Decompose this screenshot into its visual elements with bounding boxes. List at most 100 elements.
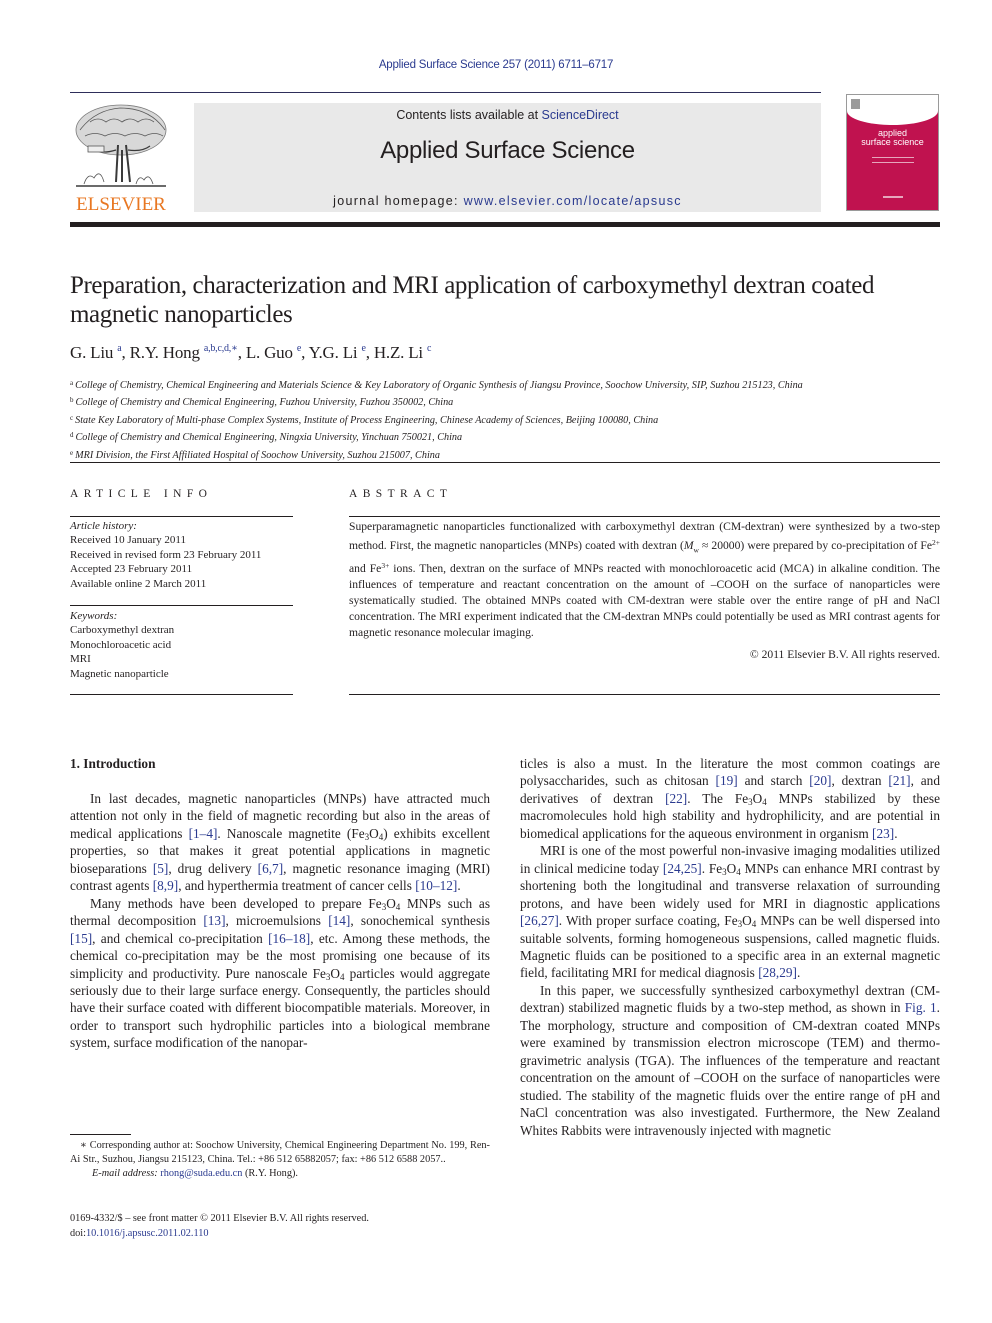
affiliations-divider (70, 462, 940, 463)
citation-link[interactable]: [21] (888, 773, 910, 788)
citation-link[interactable]: [13] (203, 913, 225, 928)
divider (349, 694, 940, 695)
contents-availability: Contents lists available at ScienceDirec… (194, 108, 821, 122)
paragraph: MRI is one of the most powerful non-inva… (520, 842, 940, 982)
affiliation: b College of Chemistry and Chemical Engin… (70, 393, 940, 410)
abstract-text: and Fe (349, 562, 382, 576)
affiliation-text: College of Chemistry and Chemical Engine… (75, 397, 454, 409)
history-item: Available online 2 March 2011 (70, 577, 207, 590)
article-history: Article history: Received 10 January 201… (70, 519, 293, 591)
figure-link[interactable]: Fig. 1 (905, 1000, 937, 1015)
email-link[interactable]: rhong@suda.edu.cn (160, 1168, 242, 1179)
email-note: E-mail address: rhong@suda.edu.cn (R.Y. … (70, 1167, 490, 1181)
keywords: Keywords: Carboxymethyl dextran Monochlo… (70, 609, 293, 681)
citation-link[interactable]: [8,9] (153, 878, 178, 893)
author-affiliation-sup[interactable]: c (427, 343, 431, 354)
text: In this paper, we successfully synthesiz… (520, 982, 940, 1016)
contents-prefix: Contents lists available at (396, 108, 542, 122)
doi-link[interactable]: 10.1016/j.apsusc.2011.02.110 (86, 1228, 209, 1239)
citation-link[interactable]: [6,7] (258, 861, 283, 876)
keywords-label: Keywords: (70, 610, 118, 622)
text: . The Fe (687, 790, 749, 806)
sciencedirect-link[interactable]: ScienceDirect (542, 108, 619, 122)
abstract-copyright: © 2011 Elsevier B.V. All rights reserved… (749, 648, 940, 661)
author-affiliation-sup[interactable]: a,b,c,d,∗ (204, 343, 238, 354)
paper-title: Preparation, characterization and MRI ap… (70, 272, 875, 328)
abstract-heading: ABSTRACT (349, 488, 453, 500)
top-divider (70, 92, 821, 93)
body-column-right: ticles is also a must. In the literature… (520, 755, 940, 1139)
abstract-text: ions. Then, dextran on the surface of MN… (349, 562, 940, 640)
article-info-heading: ARTICLE INFO (70, 488, 213, 500)
text: , dextran (831, 773, 889, 789)
paragraph: ticles is also a must. In the literature… (520, 755, 940, 842)
doi-prefix: doi: (70, 1228, 87, 1239)
affiliation: d College of Chemistry and Chemical Engin… (70, 428, 940, 445)
citation-link[interactable]: [5] (153, 861, 169, 876)
citation-link[interactable]: [24,25] (663, 861, 702, 876)
author-affiliation-sup[interactable]: e (297, 343, 301, 354)
divider (70, 605, 293, 606)
divider (70, 694, 293, 695)
keyword: Magnetic nanoparticle (70, 667, 169, 680)
affiliation-text: MRI Division, the First Affiliated Hospi… (75, 449, 440, 461)
text: . With proper surface coating, Fe (558, 913, 738, 929)
citation-link[interactable]: [23] (872, 826, 894, 841)
citation-link[interactable]: [26,27] (520, 913, 559, 928)
affiliation-text: State Key Laboratory of Multi-phase Comp… (75, 414, 659, 426)
text: , drug delivery (168, 860, 258, 876)
section-heading-introduction: 1. Introduction (70, 756, 156, 771)
citation-link[interactable]: [22] (665, 791, 687, 806)
author-affiliation-sup[interactable]: e (361, 343, 365, 354)
homepage-link[interactable]: www.elsevier.com/locate/apsusc (464, 194, 682, 208)
author-name: H.Z. Li (373, 343, 423, 362)
journal-citation-link[interactable]: Applied Surface Science 257 (2011) 6711–… (0, 59, 992, 71)
affiliation-key: d (70, 431, 74, 440)
ion-charge: 2+ (932, 538, 940, 547)
text: O (369, 825, 379, 841)
front-matter: 0169-4332/$ – see front matter © 2011 El… (70, 1211, 490, 1241)
citation-link[interactable]: [14] (328, 913, 350, 928)
divider (349, 516, 940, 517)
email-label: E-mail address: (92, 1168, 161, 1179)
journal-header-band: Contents lists available at ScienceDirec… (194, 103, 821, 212)
citation-link[interactable]: [28,29] (758, 965, 797, 980)
paragraph: In this paper, we successfully synthesiz… (520, 982, 940, 1139)
journal-homepage: journal homepage: www.elsevier.com/locat… (194, 194, 821, 208)
affiliation-key: e (70, 448, 74, 457)
text: O (330, 965, 340, 981)
journal-cover-thumbnail: applied surface science (846, 94, 939, 211)
paragraph: In last decades, magnetic nanoparticles … (70, 790, 490, 895)
author-affiliation-sup[interactable]: a (117, 343, 121, 354)
text: O (726, 860, 737, 876)
issn-line: 0169-4332/$ – see front matter © 2011 El… (70, 1213, 369, 1224)
history-item: Received 10 January 2011 (70, 534, 186, 547)
citation-link[interactable]: [1–4] (189, 826, 218, 841)
author: R.Y. Hong a,b,c,d,∗ (130, 343, 238, 362)
text: . (457, 878, 461, 894)
affiliation-key: a (70, 379, 74, 387)
cover-white-band (847, 95, 938, 125)
body-column-left: In last decades, magnetic nanoparticles … (70, 790, 490, 1052)
citation-link[interactable]: [20] (809, 773, 831, 788)
paragraph: Many methods have been developed to prep… (70, 895, 490, 1052)
author-list: G. Liu a, R.Y. Hong a,b,c,d,∗, L. Guo e,… (70, 343, 432, 362)
corresponding-author-note: ∗ Corresponding author at: Soochow Unive… (70, 1140, 490, 1165)
citation-link[interactable]: [10–12] (415, 878, 457, 893)
citation-link[interactable]: [15] (70, 931, 92, 946)
text: . (796, 965, 801, 981)
affiliation-text: College of Chemistry, Chemical Engineeri… (75, 380, 803, 391)
cover-subtitle-lines (872, 157, 914, 163)
email-suffix: (R.Y. Hong). (242, 1168, 298, 1179)
text: O (752, 790, 763, 806)
citation-link[interactable]: [16–18] (268, 931, 310, 946)
keyword: Carboxymethyl dextran (70, 624, 175, 637)
author-name: G. Liu (70, 343, 114, 362)
author-name: L. Guo (245, 343, 293, 362)
affiliation-text: College of Chemistry and Chemical Engine… (75, 432, 463, 444)
author: L. Guo e (246, 343, 301, 362)
journal-title: Applied Surface Science (380, 137, 635, 164)
divider (70, 516, 293, 517)
cover-title: applied surface science (847, 129, 938, 147)
citation-link[interactable]: [19] (716, 773, 738, 788)
